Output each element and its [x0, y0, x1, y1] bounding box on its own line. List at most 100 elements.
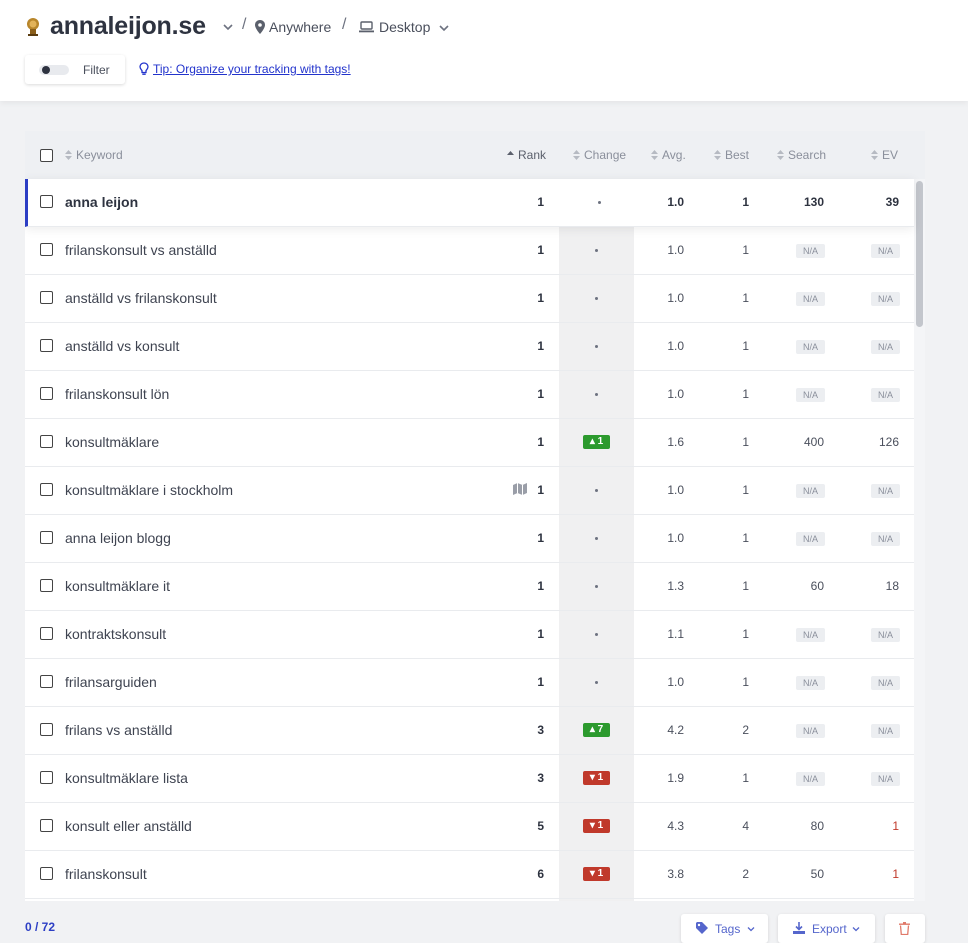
- selection-count: 0 / 72: [25, 920, 56, 934]
- column-header-rank[interactable]: Rank: [507, 148, 546, 162]
- best-cell: 1: [742, 195, 749, 209]
- avg-cell: 1.0: [667, 675, 684, 689]
- export-button[interactable]: Export: [778, 914, 875, 943]
- column-label: Change: [584, 148, 627, 162]
- table-row[interactable]: anna leijon 1 1.0 1 130 39: [25, 179, 914, 227]
- avg-cell: 1.9: [667, 771, 684, 785]
- row-checkbox[interactable]: [40, 387, 53, 400]
- location-selector[interactable]: Anywhere: [269, 19, 331, 35]
- keyword-cell[interactable]: konsultmäklare: [65, 434, 159, 450]
- table-row[interactable]: frilanskonsult vs anställd 1 1.0 1 N/A N/A: [25, 227, 914, 275]
- keyword-cell[interactable]: anna leijon blogg: [65, 530, 171, 546]
- search-cell: 130: [803, 195, 824, 209]
- keyword-cell[interactable]: frilanskonsult: [65, 866, 147, 882]
- tip-link[interactable]: Tip: Organize your tracking with tags!: [153, 62, 351, 76]
- table-row[interactable]: frilansarguiden 1 1.0 1 N/A N/A: [25, 659, 914, 707]
- ev-na-badge: N/A: [871, 484, 900, 498]
- search-cell: 50: [810, 867, 824, 881]
- row-checkbox[interactable]: [40, 483, 53, 496]
- keyword-cell[interactable]: konsultmäklare i stockholm: [65, 482, 233, 498]
- keyword-cell[interactable]: konsultmäklare it: [65, 578, 170, 594]
- best-cell: 1: [742, 243, 749, 257]
- ev-cell: 1: [892, 867, 899, 881]
- sort-icon: [871, 150, 878, 160]
- row-checkbox[interactable]: [40, 675, 53, 688]
- rank-cell: 1: [537, 483, 544, 497]
- keyword-cell[interactable]: anställd vs frilanskonsult: [65, 290, 217, 306]
- row-checkbox[interactable]: [40, 243, 53, 256]
- column-header-keyword[interactable]: Keyword: [65, 148, 123, 162]
- table-row[interactable]: anställd vs konsult 1 1.0 1 N/A N/A: [25, 323, 914, 371]
- chevron-down-icon[interactable]: [223, 22, 233, 32]
- column-header-search[interactable]: Search: [777, 148, 826, 162]
- location-pin-icon: [255, 20, 265, 34]
- sort-icon: [573, 150, 580, 160]
- no-change-dot: [595, 345, 598, 348]
- keyword-cell[interactable]: anna leijon: [65, 194, 138, 210]
- rank-cell: 3: [537, 723, 544, 737]
- chevron-down-icon[interactable]: [439, 23, 449, 33]
- column-header-change[interactable]: Change: [573, 148, 626, 162]
- row-checkbox[interactable]: [40, 339, 53, 352]
- arrow-down-icon: ▾: [589, 772, 595, 783]
- search-cell: 60: [810, 579, 824, 593]
- keyword-cell[interactable]: konsultmäklare lista: [65, 770, 188, 786]
- column-header-ev[interactable]: EV: [871, 148, 898, 162]
- select-all-checkbox[interactable]: [40, 149, 53, 162]
- filter-toggle-button[interactable]: Filter: [25, 55, 125, 84]
- keyword-cell[interactable]: frilanskonsult lön: [65, 386, 169, 402]
- row-checkbox[interactable]: [40, 195, 53, 208]
- keyword-cell[interactable]: anställd vs konsult: [65, 338, 179, 354]
- table-row[interactable]: konsultmäklare lista 3 ▾ 1 1.9 1 N/A N/A: [25, 755, 914, 803]
- best-cell: 1: [742, 579, 749, 593]
- keyword-cell[interactable]: kontraktskonsult: [65, 626, 166, 642]
- table-row[interactable]: anställd vs frilanskonsult 1 1.0 1 N/A N/A: [25, 275, 914, 323]
- keyword-cell[interactable]: frilans vs anställd: [65, 722, 172, 738]
- table-row[interactable]: konsultmäklare 1 ▴ 1 1.6 1 400 126: [25, 419, 914, 467]
- table-row[interactable]: anna leijon blogg 1 1.0 1 N/A N/A: [25, 515, 914, 563]
- table-row[interactable]: frilans vs anställd 3 ▴ 7 4.2 2 N/A N/A: [25, 707, 914, 755]
- no-change-dot: [595, 393, 598, 396]
- ev-na-badge: N/A: [871, 340, 900, 354]
- filter-toggle[interactable]: [39, 65, 69, 75]
- row-checkbox[interactable]: [40, 627, 53, 640]
- column-label: Search: [788, 148, 827, 162]
- tags-button[interactable]: Tags: [681, 914, 768, 943]
- table-scrollbar[interactable]: [914, 179, 925, 901]
- site-title[interactable]: annaleijon.se: [50, 12, 206, 41]
- device-selector[interactable]: Desktop: [379, 19, 430, 35]
- toggle-knob: [42, 66, 50, 74]
- row-checkbox[interactable]: [40, 771, 53, 784]
- row-checkbox[interactable]: [40, 435, 53, 448]
- laptop-icon: [359, 21, 374, 33]
- table-row[interactable]: kontraktskonsult 1 1.1 1 N/A N/A: [25, 611, 914, 659]
- column-header-avg[interactable]: Avg.: [651, 148, 686, 162]
- change-badge: ▾ 1: [583, 867, 610, 881]
- search-cell: 400: [803, 435, 824, 449]
- row-checkbox[interactable]: [40, 531, 53, 544]
- table-row[interactable]: konsult eller anställd 5 ▾ 1 4.3 4 80 1: [25, 803, 914, 851]
- ev-cell: 1: [892, 819, 899, 833]
- table-row[interactable]: frilanskonsult 6 ▾ 1 3.8 2 50 1: [25, 851, 914, 899]
- row-checkbox[interactable]: [40, 579, 53, 592]
- scrollbar-thumb[interactable]: [916, 181, 923, 327]
- table-row[interactable]: konsultmäklare i stockholm 1 1.0 1 N/A N/A: [25, 467, 914, 515]
- table-row[interactable]: konsultmäklare it 1 1.3 1 60 18: [25, 563, 914, 611]
- ev-na-badge: N/A: [871, 772, 900, 786]
- keyword-cell[interactable]: konsult eller anställd: [65, 818, 192, 834]
- avg-cell: 1.6: [667, 435, 684, 449]
- column-header-best[interactable]: Best: [714, 148, 749, 162]
- row-checkbox[interactable]: [40, 723, 53, 736]
- arrow-down-icon: ▾: [589, 868, 595, 879]
- search-na-badge: N/A: [796, 292, 825, 306]
- rank-cell: 1: [537, 579, 544, 593]
- no-change-dot: [595, 249, 598, 252]
- row-checkbox[interactable]: [40, 867, 53, 880]
- row-checkbox[interactable]: [40, 291, 53, 304]
- keyword-cell[interactable]: frilansarguiden: [65, 674, 157, 690]
- table-row[interactable]: frilanskonsult lön 1 1.0 1 N/A N/A: [25, 371, 914, 419]
- lightbulb-icon: [139, 62, 149, 75]
- delete-button[interactable]: [885, 914, 925, 943]
- row-checkbox[interactable]: [40, 819, 53, 832]
- keyword-cell[interactable]: frilanskonsult vs anställd: [65, 242, 217, 258]
